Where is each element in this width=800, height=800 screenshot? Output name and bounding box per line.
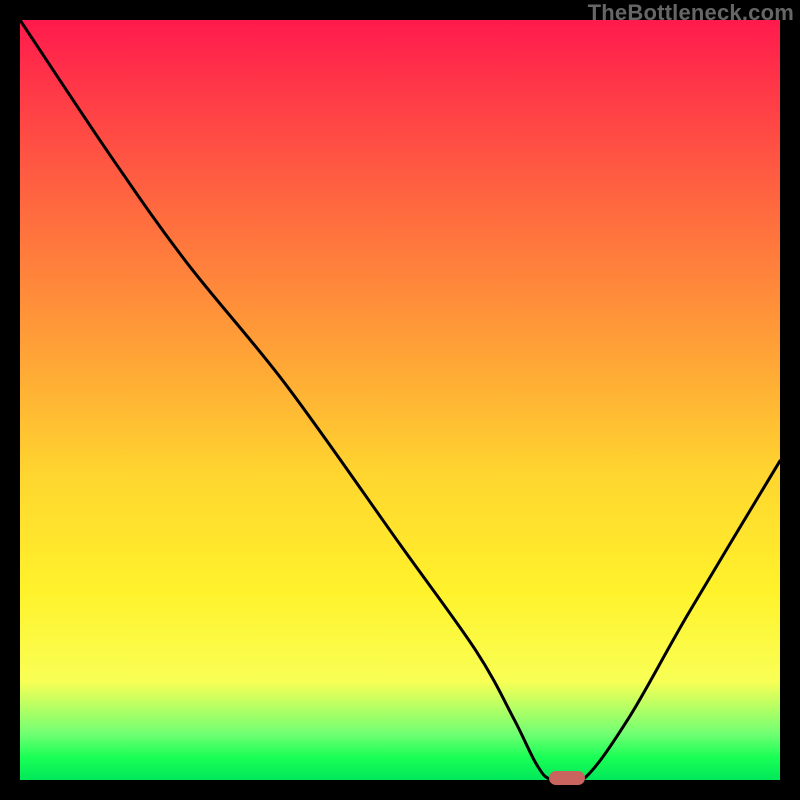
chart-frame: TheBottleneck.com <box>0 0 800 800</box>
plot-area <box>20 20 780 780</box>
optimal-marker <box>549 771 585 785</box>
curve-layer <box>20 20 780 780</box>
bottleneck-curve-path <box>20 20 780 785</box>
